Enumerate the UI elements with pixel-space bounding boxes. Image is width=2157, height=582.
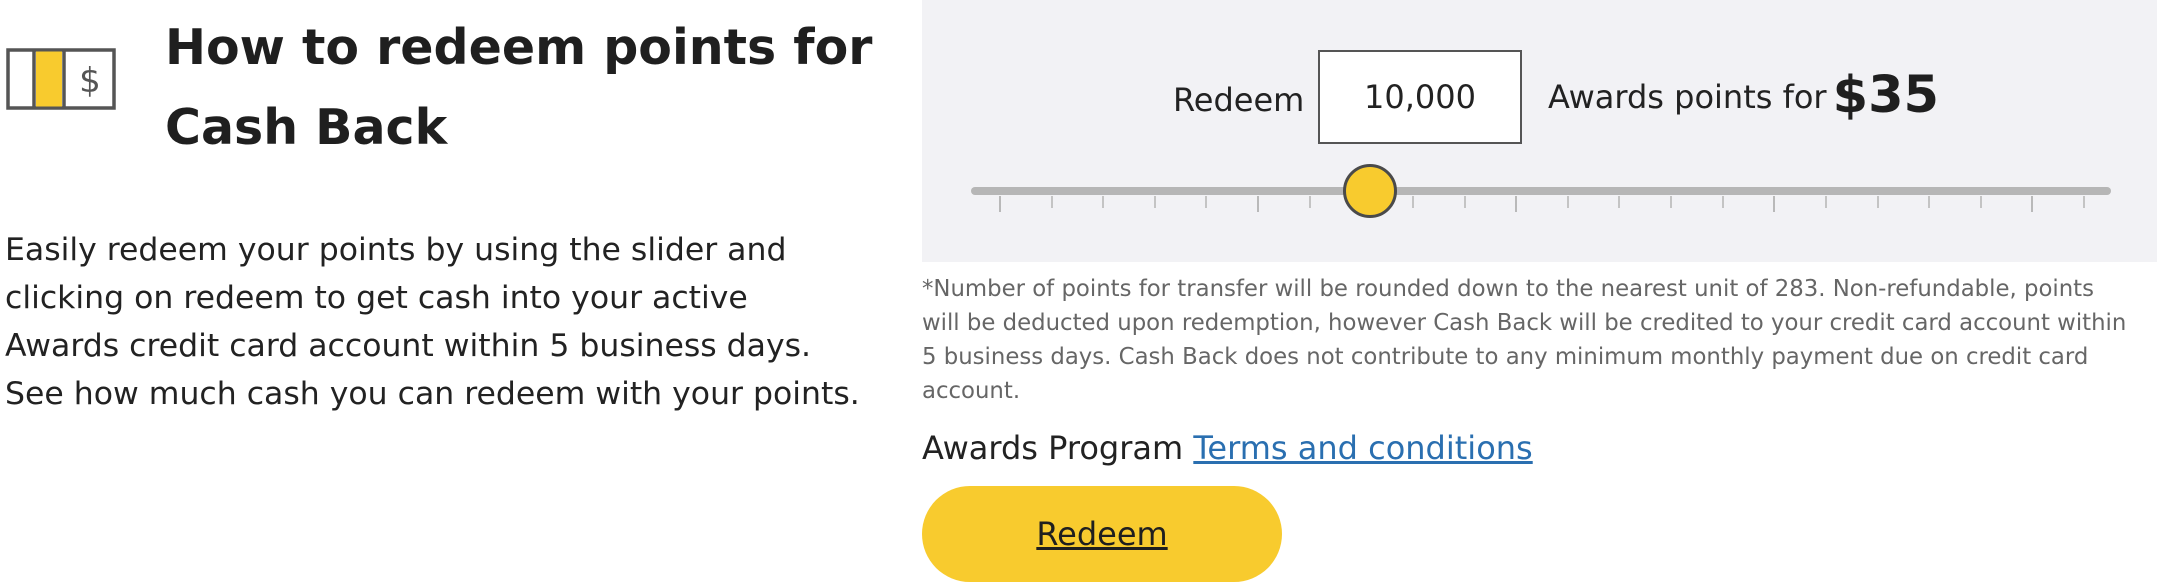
cash-bill-icon: $: [6, 48, 116, 110]
slider-tick: [1463, 196, 1466, 208]
awards-summary: Awards points for $35: [1548, 66, 1939, 127]
points-input[interactable]: [1318, 50, 1522, 144]
slider-tick: [1876, 196, 1879, 208]
slider-tick: [1618, 196, 1621, 208]
slider-tick: [1308, 196, 1311, 208]
slider-tick: [1050, 196, 1053, 208]
slider-tick: [1928, 196, 1931, 208]
slider-ticks: [971, 196, 2111, 212]
awards-points-label: Awards points for: [1548, 78, 1827, 116]
disclaimer-text: *Number of points for transfer will be r…: [922, 276, 2127, 404]
slider-tick: [1515, 196, 1518, 212]
slider-thumb[interactable]: [1343, 164, 1397, 218]
terms-link[interactable]: Terms and conditions: [1193, 429, 1532, 467]
slider-tick: [2083, 196, 2085, 208]
slider-tick: [999, 196, 1001, 212]
slider-tick: [1670, 196, 1673, 208]
slider-tick: [1979, 196, 1982, 208]
slider-tick: [1205, 196, 1208, 208]
slider-tick: [1102, 196, 1105, 208]
slider-tick: [1411, 196, 1414, 208]
points-slider[interactable]: [971, 160, 2111, 230]
slider-tick: [1153, 196, 1156, 208]
redeem-button[interactable]: Redeem: [922, 486, 1282, 582]
slider-tick: [1721, 196, 1724, 208]
svg-text:$: $: [79, 61, 101, 101]
slider-tick: [1824, 196, 1827, 208]
cash-amount: $35: [1832, 66, 1940, 125]
redeem-label: Redeem: [1173, 81, 1305, 119]
slider-tick: [2031, 196, 2034, 212]
slider-tick: [1257, 196, 1260, 212]
slider-track[interactable]: [971, 187, 2111, 195]
slider-tick: [1566, 196, 1569, 208]
terms-prefix: Awards Program: [922, 429, 1184, 467]
slider-tick: [1773, 196, 1776, 212]
intro-text: Easily redeem your points by using the s…: [5, 232, 860, 412]
terms-line: Awards Program Terms and conditions: [922, 424, 1533, 472]
page-title: How to redeem points for Cash Back: [165, 19, 873, 156]
